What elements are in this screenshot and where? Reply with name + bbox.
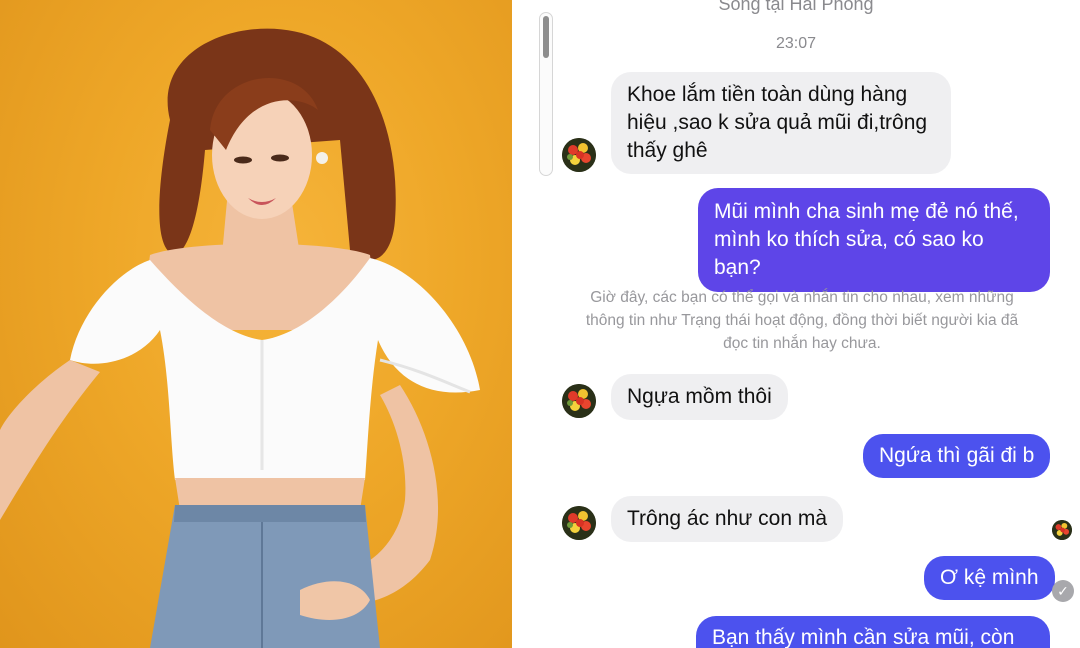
checkmark-seen-icon: ✓ (1052, 580, 1074, 602)
flower-bouquet-avatar-icon[interactable] (562, 384, 596, 418)
system-notice-line: đọc tin nhắn hay chưa. (723, 335, 881, 352)
message-bubble-incoming[interactable]: Trông ác như con mà (611, 496, 844, 542)
message-line: Mũi mình cha sinh mẹ đẻ nó thế, (714, 200, 1019, 223)
message-timestamp: 23:07 (775, 35, 817, 52)
message-bubble-incoming[interactable]: Ngựa mồm thôi (611, 374, 788, 420)
system-notice-line: thông tin như Trạng thái hoạt động, đồng… (585, 312, 1019, 329)
system-notice-line: Giờ đây, các bạn có thể gọi và nhắn tin … (590, 289, 1014, 306)
message-bubble-outgoing[interactable]: Ơ kệ mình (924, 556, 1055, 600)
chat-panel[interactable]: Sống tại Hải Phòng 23:07 Khoe lắm tiền t… (512, 0, 1080, 648)
profile-photo (0, 0, 512, 648)
flower-bouquet-avatar-icon[interactable] (562, 138, 596, 172)
profile-location: Sống tại Hải Phòng (718, 0, 874, 14)
read-receipt-avatar-icon (1052, 520, 1072, 540)
message-line: mình ko thích sửa, có sao ko bạn? (714, 228, 984, 279)
message-bubble-outgoing[interactable]: Ngứa thì gãi đi b (863, 434, 1051, 478)
flower-bouquet-avatar-icon[interactable] (562, 506, 596, 540)
scrollbar[interactable] (539, 12, 553, 176)
woman-portrait-illustration (0, 28, 480, 648)
message-line: hiệu ,sao k sửa quả mũi đi,trông (627, 111, 928, 134)
message-line: thấy ghê (627, 139, 708, 162)
message-line: Khoe lắm tiền toàn dùng hàng (627, 83, 908, 106)
system-notice: Giờ đây, các bạn có thể gọi và nhắn tin … (552, 286, 1052, 355)
scrollbar-thumb[interactable] (543, 16, 549, 58)
message-bubble-incoming[interactable]: Khoe lắm tiền toàn dùng hàng hiệu ,sao k… (611, 72, 951, 174)
message-bubble-outgoing[interactable]: Bạn thấy mình cần sửa mũi, còn (696, 616, 1050, 648)
message-bubble-outgoing[interactable]: Mũi mình cha sinh mẹ đẻ nó thế, mình ko … (698, 188, 1050, 292)
